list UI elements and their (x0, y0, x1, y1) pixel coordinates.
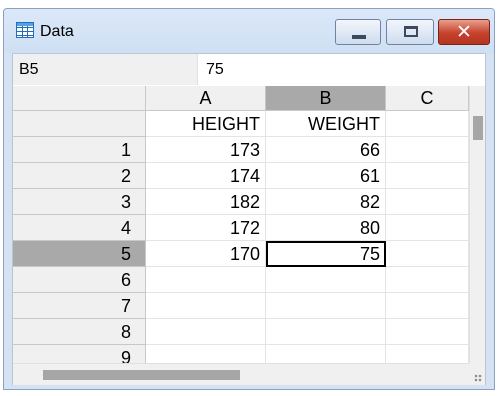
horizontal-scroll-thumb[interactable] (43, 370, 240, 380)
minimize-icon (352, 35, 366, 39)
row-header-7[interactable]: 7 (13, 293, 146, 319)
grid-cell[interactable] (386, 319, 469, 345)
maximize-icon (404, 26, 418, 37)
grid-cell[interactable]: 172 (146, 215, 266, 241)
row-header-3[interactable]: 3 (13, 189, 146, 215)
grid-cell[interactable] (386, 215, 469, 241)
grid-cell[interactable]: 174 (146, 163, 266, 189)
grid-cell[interactable]: 82 (266, 189, 386, 215)
title-bar[interactable]: Data ✕ (4, 9, 494, 53)
row-header-6[interactable]: 6 (13, 267, 146, 293)
row-header-1[interactable]: 1 (13, 137, 146, 163)
grid-cell[interactable]: 80 (266, 215, 386, 241)
grid-cell[interactable] (146, 293, 266, 319)
variable-name-cell[interactable] (386, 111, 469, 137)
window-title: Data (40, 23, 74, 40)
column-header-c[interactable]: C (386, 86, 469, 111)
grid-cell[interactable]: 173 (146, 137, 266, 163)
close-icon: ✕ (456, 21, 472, 43)
grid-cell[interactable] (386, 293, 469, 319)
grid-cell[interactable] (266, 293, 386, 319)
cell-reference-box[interactable]: B5 (13, 54, 198, 85)
grid-cell[interactable] (146, 319, 266, 345)
horizontal-scrollbar[interactable] (13, 363, 485, 385)
grid-cell[interactable] (146, 267, 266, 293)
grid-cell[interactable] (386, 345, 469, 363)
data-grid: A B C HEIGHT WEIGHT 1 173 66 2 174 61 3 … (13, 86, 469, 363)
grid-cell[interactable]: 61 (266, 163, 386, 189)
column-header-a[interactable]: A (146, 86, 266, 111)
grid-cell[interactable] (266, 319, 386, 345)
variable-name-cell[interactable]: HEIGHT (146, 111, 266, 137)
maximize-button[interactable] (386, 19, 434, 45)
grid-cell[interactable]: 170 (146, 241, 266, 267)
active-cell[interactable]: 75 (266, 241, 386, 267)
grid-cell[interactable]: 66 (266, 137, 386, 163)
grid-cell[interactable] (386, 137, 469, 163)
row-header-9[interactable]: 9 (13, 345, 146, 363)
row-header-names[interactable] (13, 111, 146, 137)
grid-cell[interactable] (386, 163, 469, 189)
spreadsheet-area: B5 75 A B C HEIGHT WEIGHT 1 173 66 2 174… (12, 53, 486, 385)
cell-value-field[interactable]: 75 (206, 54, 224, 85)
close-button[interactable]: ✕ (438, 19, 490, 45)
grid-cell[interactable] (386, 189, 469, 215)
column-header-b[interactable]: B (266, 86, 386, 111)
grid-cell[interactable] (146, 345, 266, 363)
grid-cell[interactable] (266, 267, 386, 293)
variable-name-cell[interactable]: WEIGHT (266, 111, 386, 137)
data-window: Data ✕ B5 75 A B C HEIGHT WEIGHT 1 173 6… (3, 8, 495, 390)
row-header-8[interactable]: 8 (13, 319, 146, 345)
minimize-button[interactable] (335, 19, 381, 45)
formula-bar: B5 75 (13, 54, 485, 87)
grid-cell[interactable] (266, 345, 386, 363)
vertical-scroll-thumb[interactable] (473, 116, 483, 140)
grid-cell[interactable]: 182 (146, 189, 266, 215)
resize-grip-icon[interactable] (469, 363, 485, 385)
vertical-scrollbar[interactable] (469, 86, 485, 363)
grid-cell[interactable] (386, 241, 469, 267)
grid-cell[interactable] (386, 267, 469, 293)
row-header-4[interactable]: 4 (13, 215, 146, 241)
table-icon (16, 22, 34, 38)
row-header-5[interactable]: 5 (13, 241, 146, 267)
corner-header[interactable] (13, 86, 146, 111)
row-header-2[interactable]: 2 (13, 163, 146, 189)
